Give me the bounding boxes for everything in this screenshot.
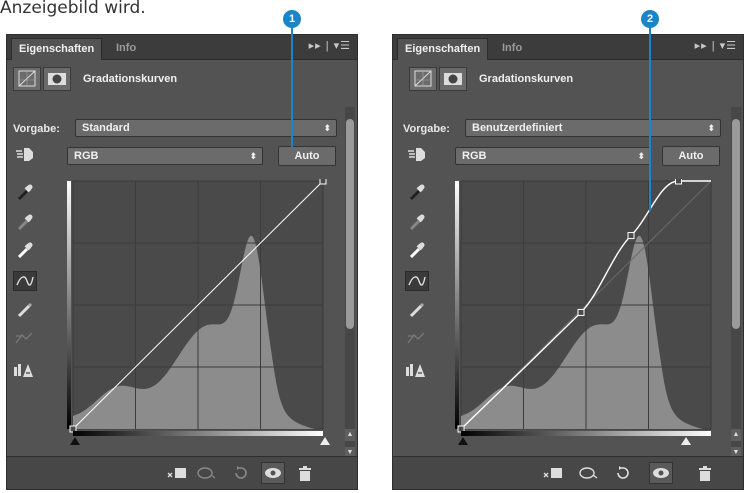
scroll-thumb[interactable] — [346, 119, 354, 329]
white-point-slider[interactable] — [320, 437, 330, 445]
input-gradient-bar — [461, 431, 711, 436]
smooth-icon[interactable] — [405, 328, 429, 348]
white-point-eyedropper-icon[interactable] — [13, 240, 37, 260]
panel-footer — [393, 456, 743, 489]
properties-panel-standard: Eigenschaften Info ▸▸ | ▾☰ Gradationskur… — [6, 34, 358, 490]
visibility-eye-icon[interactable] — [261, 462, 285, 484]
pencil-icon[interactable] — [13, 300, 37, 320]
clipping-warning-icon[interactable] — [13, 360, 37, 380]
preset-dropdown[interactable]: Benutzerdefiniert ⬍ — [465, 119, 721, 137]
input-gradient-bar — [73, 431, 323, 436]
channel-value: RGB — [74, 150, 99, 162]
dropdown-arrows-icon: ⬍ — [637, 151, 645, 161]
layer-mask-icon[interactable] — [43, 67, 71, 91]
curve-graph[interactable] — [67, 179, 330, 445]
panel-tabbar: Eigenschaften Info ▸▸ | ▾☰ — [7, 35, 357, 60]
pencil-icon[interactable] — [405, 300, 429, 320]
preset-dropdown[interactable]: Standard ⬍ — [75, 119, 337, 137]
black-point-eyedropper-icon[interactable] — [405, 182, 429, 202]
output-gradient-bar — [67, 181, 71, 429]
panel-menu-icon[interactable]: ▸▸ | ▾☰ — [695, 39, 737, 52]
curve-point — [319, 179, 327, 185]
panel-scrollbar[interactable]: ▲ ▼ — [731, 107, 741, 463]
visibility-eye-icon[interactable] — [649, 462, 673, 484]
curves-adjustment-icon — [13, 67, 41, 91]
smooth-icon[interactable] — [13, 328, 37, 348]
channel-dropdown[interactable]: RGB ⬍ — [67, 147, 263, 165]
adjust-hand-icon[interactable] — [405, 144, 429, 164]
black-point-slider[interactable] — [458, 437, 468, 445]
curve-graph[interactable] — [455, 179, 715, 445]
tab-info[interactable]: Info — [109, 38, 143, 59]
curve-point — [577, 308, 585, 316]
auto-button[interactable]: Auto — [278, 146, 336, 166]
scroll-thumb[interactable] — [732, 119, 740, 329]
panel-footer — [7, 456, 357, 489]
view-previous-icon[interactable] — [577, 463, 601, 483]
panel-scrollbar[interactable]: ▲ ▼ — [345, 107, 355, 463]
preset-label: Vorgabe: — [403, 123, 450, 135]
properties-panel-custom: Eigenschaften Info ▸▸ | ▾☰ Gradationskur… — [392, 34, 744, 490]
channel-value: RGB — [462, 150, 487, 162]
layer-mask-icon[interactable] — [439, 67, 467, 91]
panel-tabbar: Eigenschaften Info ▸▸ | ▾☰ — [393, 35, 743, 60]
dropdown-arrows-icon: ⬍ — [249, 151, 257, 161]
clip-to-layer-icon[interactable] — [541, 463, 565, 483]
black-point-eyedropper-icon[interactable] — [13, 182, 37, 202]
adjust-hand-icon[interactable] — [13, 144, 37, 164]
callout-1-line — [291, 27, 293, 147]
white-point-eyedropper-icon[interactable] — [405, 240, 429, 260]
caption-text: Anzeigebild wird. — [0, 0, 146, 18]
curve-point — [627, 232, 635, 240]
tab-eigenschaften[interactable]: Eigenschaften — [11, 38, 103, 60]
gray-point-eyedropper-icon[interactable] — [13, 212, 37, 232]
gray-point-eyedropper-icon[interactable] — [405, 212, 429, 232]
channel-dropdown[interactable]: RGB ⬍ — [455, 147, 651, 165]
callout-2: 2 — [641, 10, 659, 28]
curves-adjustment-icon — [409, 67, 437, 91]
white-point-slider[interactable] — [681, 437, 691, 445]
adjustment-title: Gradationskurven — [83, 73, 178, 85]
auto-button[interactable]: Auto — [662, 146, 720, 166]
preset-label: Vorgabe: — [13, 123, 60, 135]
scroll-up-icon[interactable]: ▲ — [345, 429, 355, 441]
curve-point — [675, 179, 682, 185]
tab-eigenschaften[interactable]: Eigenschaften — [397, 38, 489, 60]
clip-to-layer-icon[interactable] — [165, 463, 189, 483]
curve-points-icon[interactable] — [405, 271, 429, 291]
callout-2-line — [649, 27, 651, 211]
trash-icon[interactable] — [293, 463, 317, 483]
trash-icon[interactable] — [693, 463, 717, 483]
preset-value: Standard — [82, 122, 130, 134]
output-gradient-bar — [455, 181, 459, 429]
callout-1: 1 — [283, 10, 301, 28]
adjustment-title: Gradationskurven — [479, 73, 574, 85]
reset-icon[interactable] — [229, 463, 253, 483]
view-previous-icon[interactable] — [195, 463, 219, 483]
dropdown-arrows-icon: ⬍ — [323, 123, 331, 133]
tab-info[interactable]: Info — [495, 38, 529, 59]
clipping-warning-icon[interactable] — [405, 360, 429, 380]
curve-points-icon[interactable] — [13, 271, 37, 291]
scroll-up-icon[interactable]: ▲ — [731, 429, 741, 441]
preset-value: Benutzerdefiniert — [472, 122, 563, 134]
reset-icon[interactable] — [611, 463, 635, 483]
panel-menu-icon[interactable]: ▸▸ | ▾☰ — [309, 39, 351, 52]
black-point-slider[interactable] — [70, 437, 80, 445]
dropdown-arrows-icon: ⬍ — [707, 123, 715, 133]
